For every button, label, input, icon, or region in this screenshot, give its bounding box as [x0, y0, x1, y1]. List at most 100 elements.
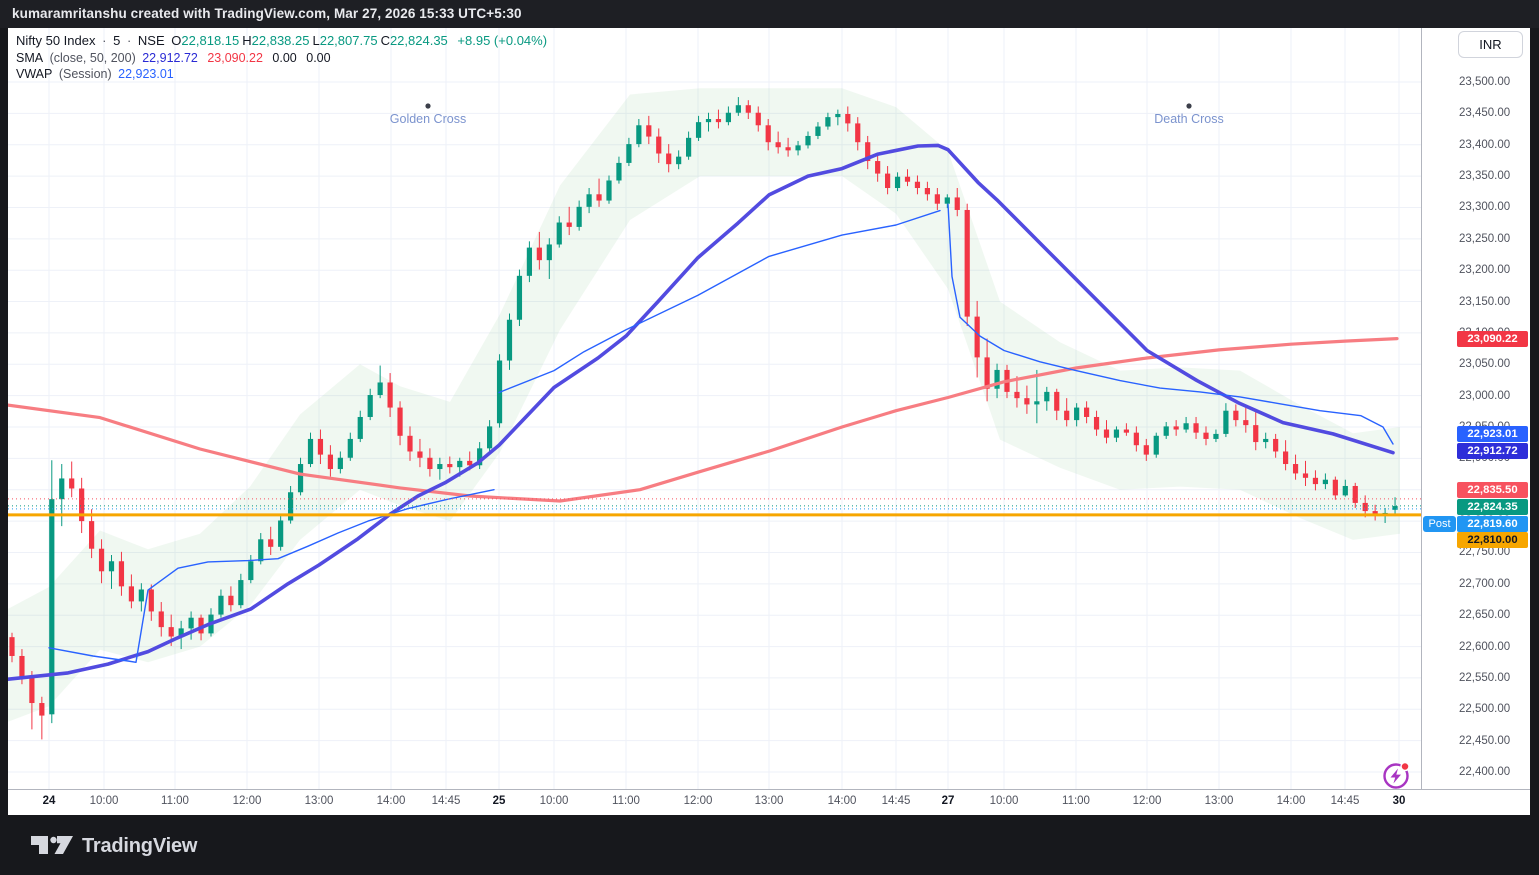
candle-body: [825, 117, 831, 127]
candle-body: [715, 119, 722, 123]
time-tick-label: 13:00: [1204, 795, 1234, 807]
candle-body: [1283, 451, 1289, 465]
candle-body: [1074, 407, 1080, 421]
price-tick-label: 23,050.00: [1459, 358, 1511, 371]
candle-body: [1233, 410, 1239, 421]
annotation-dot: [1186, 103, 1192, 109]
annotation-dot: [425, 103, 431, 109]
candle-body: [447, 464, 453, 468]
candle-body: [467, 460, 473, 466]
price-change: +8.95 (+0.04%): [457, 33, 548, 48]
candle-body: [506, 319, 513, 361]
candle-body: [606, 180, 612, 201]
candle-body: [1103, 429, 1110, 438]
price-badge: 22,923.01: [1457, 426, 1528, 442]
vwap-label: VWAP: [16, 67, 53, 81]
price-tick-label: 23,500.00: [1459, 76, 1511, 88]
price-tick-label: 23,350.00: [1459, 170, 1511, 183]
candle-body: [258, 539, 264, 562]
candle-body: [845, 113, 851, 124]
legend-sma-row: SMA (close, 50, 200) 22,912.72 23,090.22…: [16, 50, 550, 67]
chart-panel[interactable]: Golden Cross Death Cross Nifty 50 Index ·…: [8, 28, 1421, 789]
candle-body: [994, 369, 1000, 389]
ohlc-key: L: [312, 33, 320, 48]
time-tick-label: 11:00: [161, 795, 189, 807]
candle-body: [238, 580, 244, 606]
time-axis[interactable]: 24 10:00 11:00 12:00 13:00 14:00 14:45 25 10:00 1…: [8, 789, 1530, 815]
candle-body: [407, 435, 413, 452]
candle-body: [596, 194, 602, 201]
candle-body: [1342, 485, 1348, 496]
annotation-label: Death Cross: [1154, 112, 1223, 126]
tradingview-logo[interactable]: TradingView: [30, 832, 197, 860]
candle-body: [278, 520, 284, 547]
candle-body: [626, 144, 632, 163]
candle-body: [457, 460, 463, 468]
candle-body: [576, 206, 582, 227]
candle-body: [39, 703, 45, 716]
candle-body: [785, 147, 791, 151]
candle-body: [108, 561, 115, 572]
time-tick-label: 14:45: [881, 795, 911, 807]
candle-body: [875, 161, 881, 174]
candle-body: [666, 153, 672, 165]
candle-body: [397, 407, 403, 436]
sma200-value: 23,090.22: [207, 50, 263, 65]
price-tick-label: 22,450.00: [1459, 734, 1511, 747]
price-tick-label: 22,600.00: [1459, 640, 1511, 653]
time-tick-label: 14:45: [1330, 795, 1360, 807]
candle-body: [695, 122, 702, 138]
candle-body: [1213, 433, 1219, 439]
time-tick-session: 27: [941, 795, 955, 807]
candle-body: [636, 125, 642, 145]
candle-body: [59, 478, 65, 500]
candle-body: [1153, 435, 1159, 455]
candle-body: [1133, 432, 1139, 446]
candle-body: [676, 156, 682, 165]
time-tick-label: 10:00: [89, 795, 119, 807]
candle-body: [934, 194, 940, 204]
candle-body: [337, 457, 343, 470]
candle-body: [1322, 479, 1328, 485]
candle-body: [516, 275, 523, 320]
candle-body: [1223, 410, 1229, 434]
time-tick-label: 13:00: [304, 795, 334, 807]
chart-card: Golden Cross Death Cross Nifty 50 Index ·…: [8, 28, 1530, 815]
price-tick-label: 23,150.00: [1459, 295, 1511, 308]
candle-body: [1054, 391, 1060, 411]
candle-body: [546, 244, 552, 261]
price-tick-label: 23,200.00: [1459, 264, 1511, 277]
time-tick-label: 14:00: [1276, 795, 1306, 807]
sma-extra2: 0.00: [306, 50, 331, 65]
time-tick-label: 14:45: [431, 795, 461, 807]
time-tick-label: 10:00: [989, 795, 1019, 807]
candle-body: [894, 176, 901, 189]
price-tick-label: 23,400.00: [1459, 138, 1511, 151]
price-axis[interactable]: INR 23,500.00 23,450.00 23,400.00 23,350.00…: [1421, 28, 1530, 789]
candle-body: [556, 222, 562, 245]
candle-body: [1243, 420, 1249, 426]
price-tick-label: 22,750.00: [1459, 546, 1511, 559]
candle-body: [735, 105, 741, 113]
candle-body: [725, 112, 731, 123]
candle-body: [427, 457, 433, 470]
footer-bar: TradingView: [0, 815, 1539, 875]
candle-body: [1173, 426, 1179, 430]
candle-body: [1253, 425, 1259, 443]
candle-body: [1203, 432, 1209, 439]
candle-body: [307, 438, 314, 465]
ohlc-value: 22,838.25: [251, 33, 310, 48]
candle-body: [944, 197, 950, 204]
time-tick-session: 24: [42, 795, 56, 807]
candlestick-chart[interactable]: Golden Cross Death Cross: [8, 28, 1421, 789]
legend-symbol-row: Nifty 50 Index · 5 · NSE O22,818.15 H22,8…: [16, 33, 548, 48]
candle-body: [656, 136, 662, 154]
candle-body: [347, 438, 353, 458]
candle-body: [357, 416, 363, 439]
currency-toggle-button[interactable]: INR: [1458, 31, 1523, 58]
price-tick-label: 22,400.00: [1459, 766, 1511, 779]
price-badge: 22,810.00: [1457, 532, 1528, 548]
quick-action-flash-icon[interactable]: [1377, 757, 1417, 789]
price-badge: 22,824.35: [1457, 499, 1528, 515]
candle-body: [1352, 485, 1358, 503]
